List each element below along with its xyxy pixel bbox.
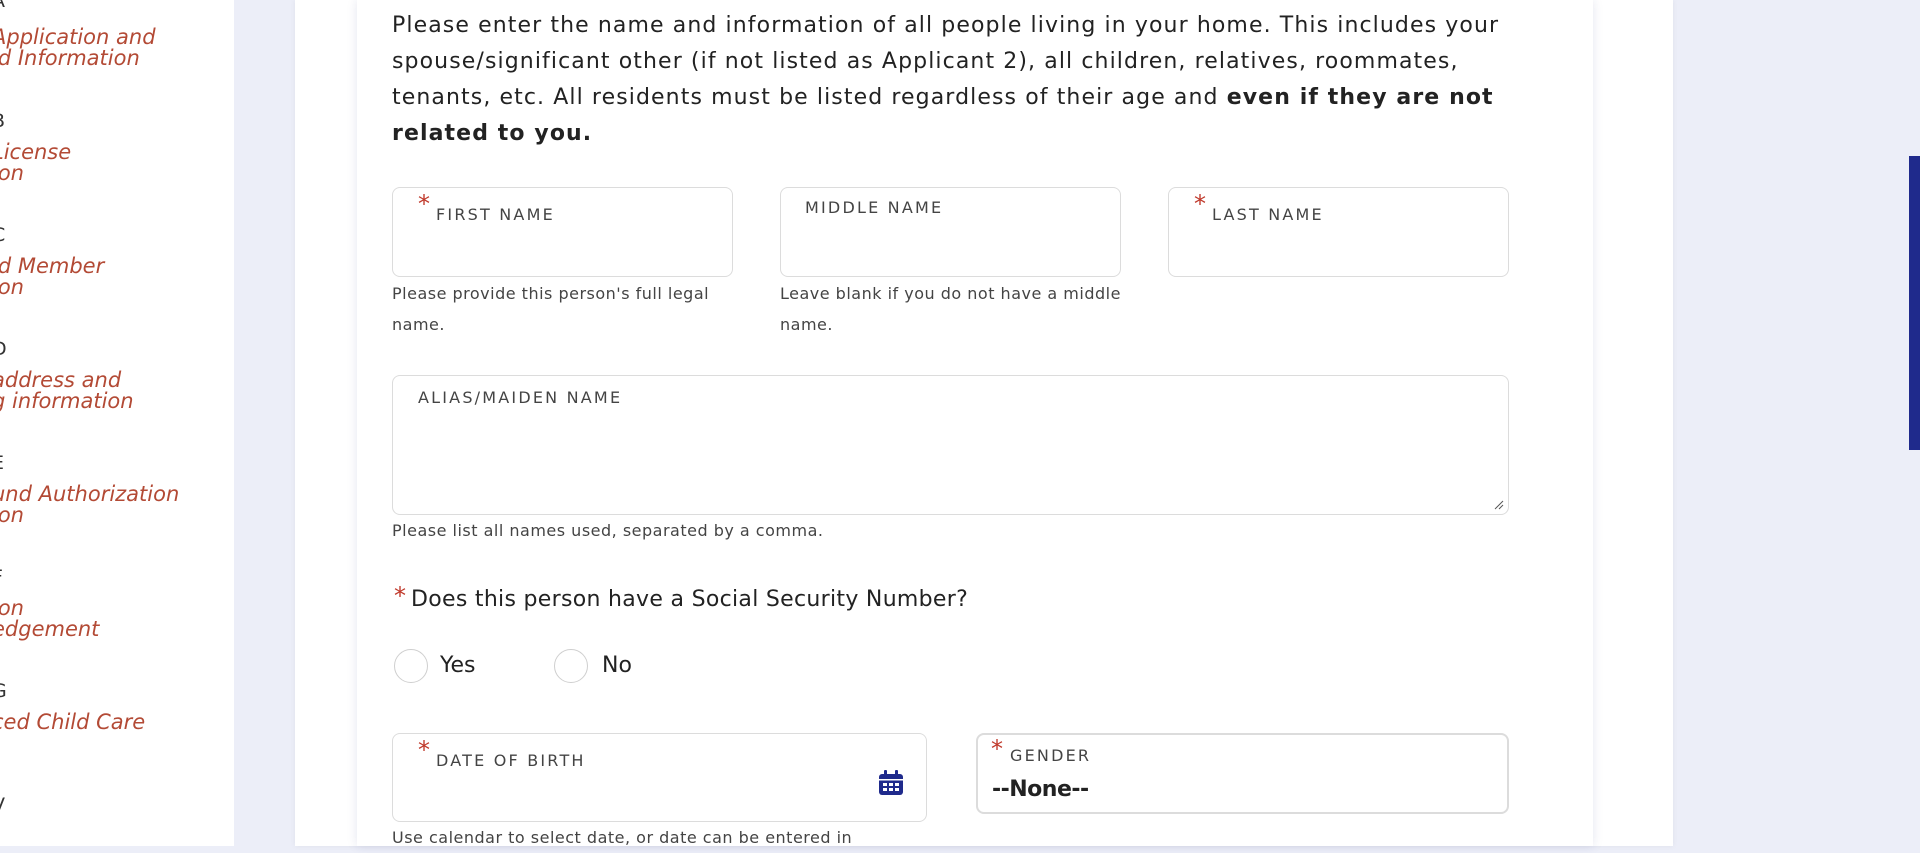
step-letter: D xyxy=(0,340,7,359)
calendar-icon[interactable] xyxy=(877,769,905,797)
date-of-birth-label: DATE OF BIRTH xyxy=(436,751,586,770)
step-title[interactable]: License ion xyxy=(0,142,71,184)
gender-select[interactable]: * GENDER --None-- xyxy=(976,733,1509,814)
step-title[interactable]: ced Child Care xyxy=(0,712,145,733)
first-name-field[interactable]: * FIRST NAME xyxy=(392,187,733,277)
first-name-label: FIRST NAME xyxy=(436,205,555,224)
alias-textarea[interactable]: ALIAS/MAIDEN NAME xyxy=(392,375,1509,515)
step-letter: C xyxy=(0,226,5,245)
gender-value: --None-- xyxy=(992,777,1089,802)
required-marker: * xyxy=(991,735,1003,763)
resize-handle-icon[interactable] xyxy=(1494,500,1504,510)
intro-text: Please enter the name and information of… xyxy=(392,8,1512,152)
ssn-no-label[interactable]: No xyxy=(602,653,632,678)
ssn-question: Does this person have a Social Security … xyxy=(411,587,969,612)
step-title[interactable]: Application and ld Information xyxy=(0,27,156,69)
ssn-yes-radio[interactable] xyxy=(394,649,428,683)
step-letter: B xyxy=(0,112,5,131)
required-marker: * xyxy=(418,190,430,218)
step-title[interactable]: ion edgement xyxy=(0,598,99,640)
alias-label: ALIAS/MAIDEN NAME xyxy=(418,388,623,407)
step-title[interactable]: ld Member ion xyxy=(0,256,104,298)
ssn-no-radio[interactable] xyxy=(554,649,588,683)
required-marker: * xyxy=(1194,190,1206,218)
middle-name-field[interactable]: MIDDLE NAME xyxy=(780,187,1121,277)
date-of-birth-field[interactable]: * DATE OF BIRTH xyxy=(392,733,927,822)
middle-name-label: MIDDLE NAME xyxy=(805,198,944,217)
step-letter: V xyxy=(0,796,5,815)
step-title[interactable]: und Authorization ion xyxy=(0,484,179,526)
date-of-birth-help: Use calendar to select date, or date can… xyxy=(392,828,853,847)
first-name-help: Please provide this person's full legal … xyxy=(392,284,710,334)
required-marker: * xyxy=(418,736,430,764)
step-letter: G xyxy=(0,682,7,701)
ssn-yes-label[interactable]: Yes xyxy=(440,653,476,678)
step-letter: E xyxy=(0,454,4,473)
step-letter: F xyxy=(0,568,3,587)
step-title[interactable]: address and g information xyxy=(0,370,134,412)
alias-help: Please list all names used, separated by… xyxy=(392,521,824,540)
step-letter: A xyxy=(0,0,5,11)
last-name-label: LAST NAME xyxy=(1212,205,1324,224)
middle-name-help: Leave blank if you do not have a middle … xyxy=(780,284,1121,334)
last-name-field[interactable]: * LAST NAME xyxy=(1168,187,1509,277)
step-sidebar: A Application and ld Information B Licen… xyxy=(0,0,234,846)
gender-label: GENDER xyxy=(1010,746,1092,765)
scrollbar-thumb[interactable] xyxy=(1909,156,1920,450)
required-marker: * xyxy=(394,582,406,610)
